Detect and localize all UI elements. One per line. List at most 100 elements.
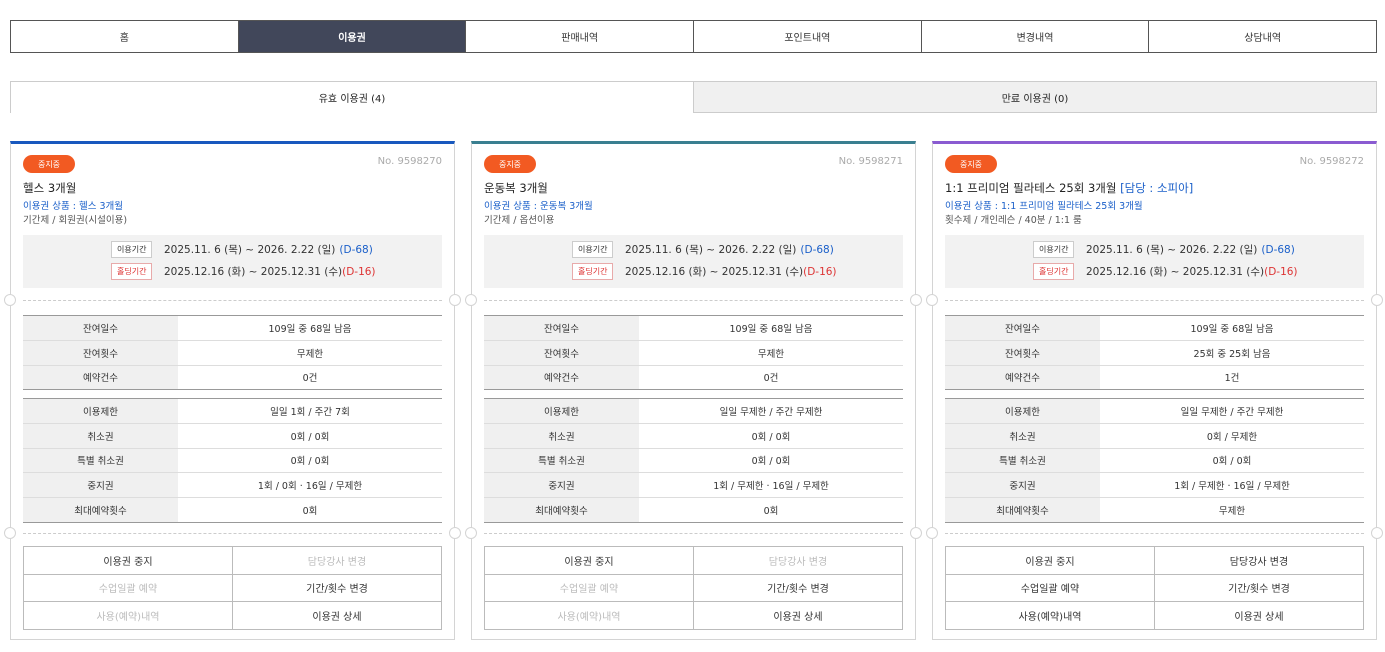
table-row: 중지권 1회 / 무제한 · 16일 / 무제한 [484,472,903,499]
top-nav: 홈 이용권 판매내역 포인트내역 변경내역 상담내역 [10,20,1377,53]
remaining-count-value: 25회 중 25회 남음 [1100,340,1364,366]
remaining-days-value: 109일 중 68일 남음 [639,315,903,341]
holding-period-dates: 2025.12.16 (화) ~ 2025.12.31 (수) [164,265,343,278]
holding-period-value: 2025.12.16 (화) ~ 2025.12.31 (수)(D-16) [625,264,837,279]
pass-type: 횟수제 / 개인레슨 / 40분 / 1:1 룸 [945,215,1082,226]
ticket-notch [4,527,16,539]
product-name: 이용권 상품 : 1:1 프리미엄 필라테스 25회 3개월 [945,201,1143,212]
pause-pass-label: 중지권 [484,472,639,499]
change-period-button[interactable]: 기간/횟수 변경 [232,573,442,602]
pause-pass-label: 중지권 [23,472,178,499]
pause-pass-button[interactable]: 이용권 중지 [484,546,694,575]
pass-detail-button[interactable]: 이용권 상세 [232,601,442,630]
pause-pass-button[interactable]: 이용권 중지 [945,546,1155,575]
remaining-count-label: 잔여횟수 [484,340,639,366]
table-row: 예약건수 0건 [484,365,903,391]
ticket-notch [1371,527,1383,539]
pass-title: 운동복 3개월 [484,180,548,196]
tab-changes[interactable]: 변경내역 [921,21,1150,52]
cancel-pass-label: 취소권 [23,423,178,449]
table-row: 중지권 1회 / 무제한 · 16일 / 무제한 [945,472,1364,499]
tab-points[interactable]: 포인트내역 [694,21,922,52]
change-instructor-button: 담당강사 변경 [693,546,903,575]
max-reservations-label: 최대예약횟수 [23,497,178,523]
usage-history-button[interactable]: 사용(예약)내역 [945,601,1155,630]
pass-title-text: 운동복 3개월 [484,181,548,195]
divider [484,533,903,534]
status-badge: 중지중 [945,155,997,173]
table-row: 취소권 0회 / 0회 [484,423,903,449]
tab-valid-passes[interactable]: 유효 이용권 (4) [10,81,694,113]
pause-pass-button[interactable]: 이용권 중지 [23,546,233,575]
period-box: 이용기간 2025.11. 6 (목) ~ 2026. 2.22 (일) (D-6… [23,235,442,288]
holding-period-label: 홀딩기간 [1033,262,1075,280]
pass-number: No. 9598271 [838,156,903,167]
pause-pass-value: 1회 / 0회 · 16일 / 무제한 [178,472,442,499]
cancel-pass-label: 취소권 [945,423,1100,449]
action-buttons: 이용권 중지 담당강사 변경 수업일괄 예약 기간/횟수 변경 사용(예약)내역 이용… [484,546,903,630]
table-row: 잔여횟수 무제한 [484,340,903,366]
bulk-reserve-button[interactable]: 수업일괄 예약 [945,573,1155,602]
table-row: 이용제한 일일 무제한 / 주간 무제한 [945,398,1364,424]
limits-table: 이용제한 일일 1회 / 주간 7회 취소권 0회 / 0회 특별 취소권 0회 / … [23,398,442,523]
usage-period-label: 이용기간 [572,240,614,258]
pass-title-text: 1:1 프리미엄 필라테스 25회 3개월 [945,181,1117,195]
holding-dday: (D-16) [803,265,837,278]
remaining-count-label: 잔여횟수 [945,340,1100,366]
cancel-pass-value: 0회 / 0회 [178,423,442,449]
tab-home[interactable]: 홈 [11,21,239,52]
table-row: 예약건수 1건 [945,365,1364,391]
cancel-pass-value: 0회 / 0회 [639,423,903,449]
usage-period-dates: 2025.11. 6 (목) ~ 2026. 2.22 (일) [625,243,797,256]
change-instructor-button[interactable]: 담당강사 변경 [1154,546,1364,575]
table-row: 잔여횟수 25회 중 25회 남음 [945,340,1364,366]
period-box: 이용기간 2025.11. 6 (목) ~ 2026. 2.22 (일) (D-6… [484,235,903,288]
table-row: 잔여일수 109일 중 68일 남음 [484,315,903,341]
ticket-notch [449,527,461,539]
holding-period-label: 홀딩기간 [572,262,614,280]
tab-consultations[interactable]: 상담내역 [1149,21,1377,52]
holding-dday: (D-16) [342,265,376,278]
pass-type: 기간제 / 회원권(시설이용) [23,215,128,226]
table-row: 잔여일수 109일 중 68일 남음 [23,315,442,341]
cancel-pass-label: 취소권 [484,423,639,449]
holding-period-value: 2025.12.16 (화) ~ 2025.12.31 (수)(D-16) [164,264,376,279]
remaining-table: 잔여일수 109일 중 68일 남음 잔여횟수 무제한 예약건수 0건 [484,315,903,391]
status-badge: 중지중 [23,155,75,173]
usage-dday: (D-68) [1261,243,1295,256]
remaining-days-value: 109일 중 68일 남음 [1100,315,1364,341]
divider [23,533,442,534]
table-row: 취소권 0회 / 무제한 [945,423,1364,449]
usage-limit-value: 일일 무제한 / 주간 무제한 [1100,398,1364,424]
tab-passes[interactable]: 이용권 [238,21,467,52]
change-period-button[interactable]: 기간/횟수 변경 [1154,573,1364,602]
tab-expired-passes[interactable]: 만료 이용권 (0) [694,81,1377,113]
table-row: 예약건수 0건 [23,365,442,391]
special-cancel-value: 0회 / 0회 [1100,448,1364,474]
special-cancel-label: 특별 취소권 [945,448,1100,474]
instructor-label: [담당 : 소피아] [1120,181,1194,195]
change-period-button[interactable]: 기간/횟수 변경 [693,573,903,602]
status-badge: 중지중 [484,155,536,173]
pass-detail-button[interactable]: 이용권 상세 [693,601,903,630]
table-row: 취소권 0회 / 0회 [23,423,442,449]
remaining-table: 잔여일수 109일 중 68일 남음 잔여횟수 무제한 예약건수 0건 [23,315,442,391]
table-row: 중지권 1회 / 0회 · 16일 / 무제한 [23,472,442,499]
special-cancel-value: 0회 / 0회 [639,448,903,474]
cancel-pass-value: 0회 / 무제한 [1100,423,1364,449]
pass-number: No. 9598270 [377,156,442,167]
ticket-notch [926,527,938,539]
table-row: 특별 취소권 0회 / 0회 [23,448,442,474]
pass-card-2: 중지중 No. 9598271 운동복 3개월 이용권 상품 : 운동복 3개월… [465,141,922,640]
usage-limit-label: 이용제한 [945,398,1100,424]
max-reservations-label: 최대예약횟수 [484,497,639,523]
holding-period-value: 2025.12.16 (화) ~ 2025.12.31 (수)(D-16) [1086,264,1298,279]
ticket-notch [910,294,922,306]
max-reservations-label: 최대예약횟수 [945,497,1100,523]
divider [23,300,442,301]
holding-dday: (D-16) [1264,265,1298,278]
pass-detail-button[interactable]: 이용권 상세 [1154,601,1364,630]
remaining-days-label: 잔여일수 [484,315,639,341]
tab-sales[interactable]: 판매내역 [466,21,695,52]
product-name: 이용권 상품 : 운동복 3개월 [484,201,593,212]
